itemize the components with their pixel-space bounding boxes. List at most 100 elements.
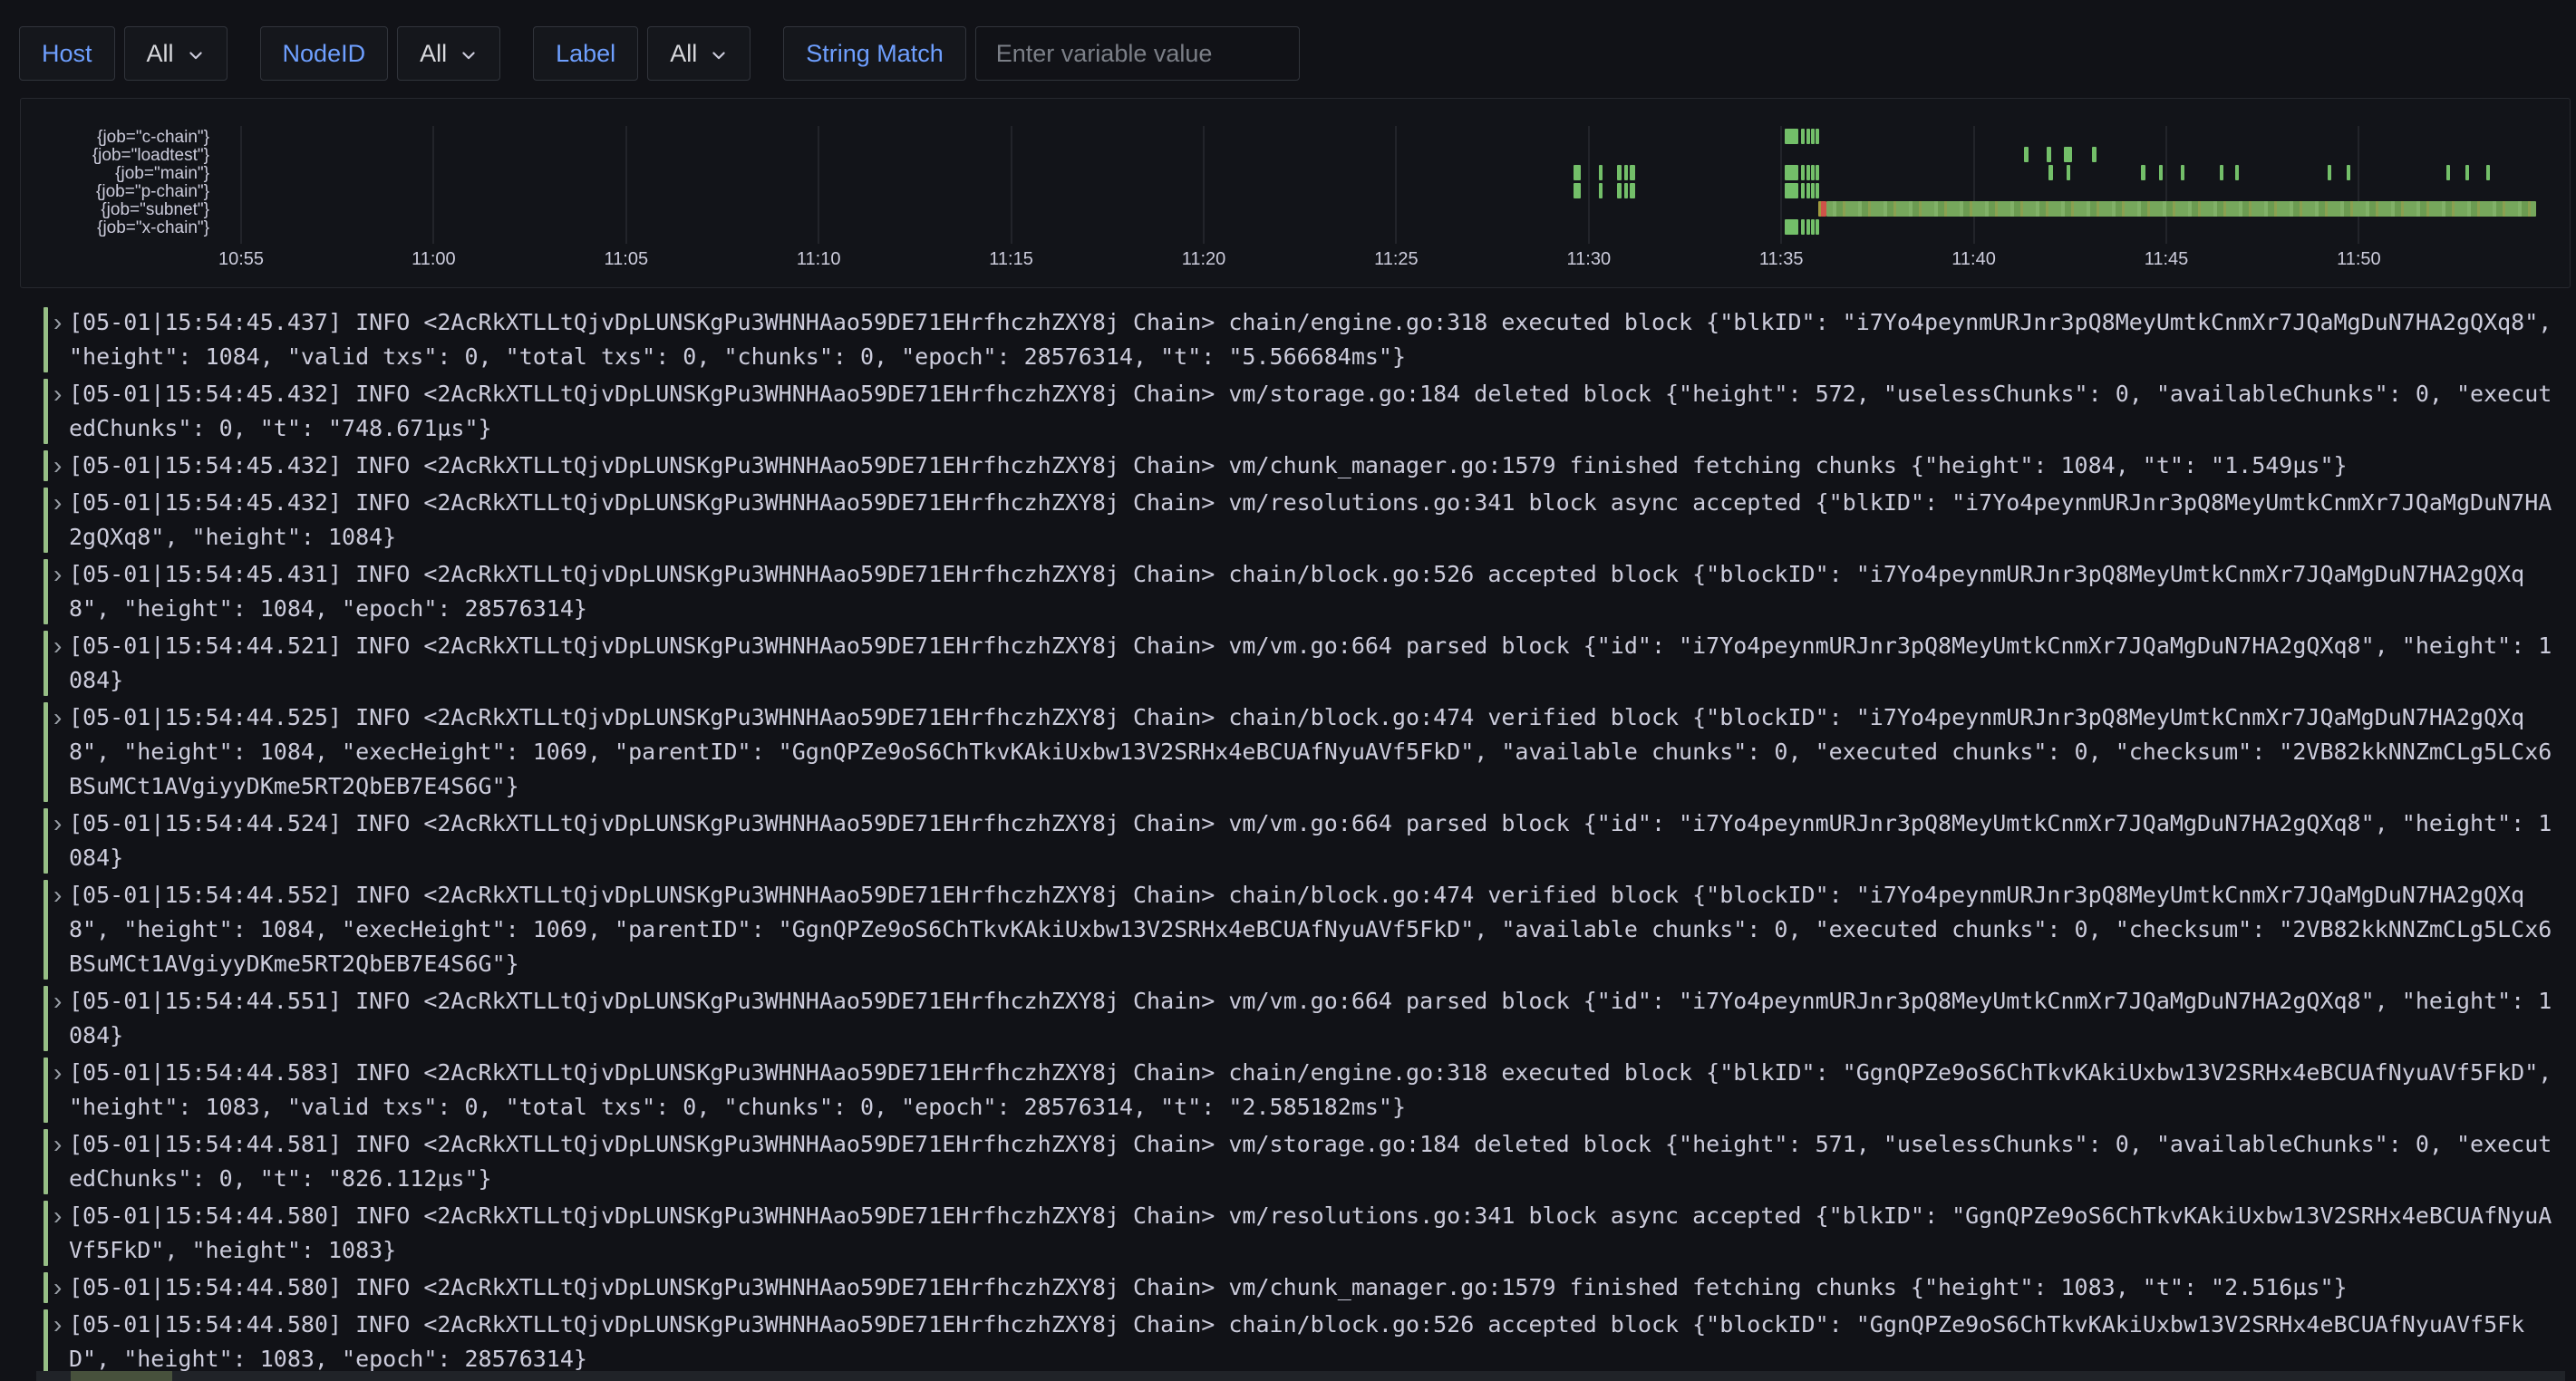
expand-row-icon[interactable]: ›	[53, 557, 69, 626]
timeline-segment	[1826, 201, 2535, 217]
expand-row-icon[interactable]: ›	[53, 700, 69, 804]
timeline-segment	[1816, 129, 1819, 144]
expand-row-icon[interactable]: ›	[53, 806, 69, 875]
expand-row-icon[interactable]: ›	[53, 1308, 69, 1376]
timeline-segment	[1801, 165, 1805, 180]
timeline-segment	[1811, 219, 1815, 235]
x-axis-tick-label: 11:30	[1535, 249, 1643, 270]
timeline-segment	[2067, 165, 2070, 180]
log-level-bar	[44, 1272, 48, 1303]
gridline	[1588, 126, 1590, 244]
log-rows-list: ›[05-01|15:54:45.437] INFO <2AcRkXTLLtQj…	[44, 305, 2563, 1379]
log-line-text: [05-01|15:54:45.432] INFO <2AcRkXTLLtQjv…	[69, 377, 2563, 446]
timeline-segment	[1801, 219, 1805, 235]
x-axis-tick-label: 11:35	[1727, 249, 1835, 270]
log-line-text: [05-01|15:54:44.552] INFO <2AcRkXTLLtQjv…	[69, 878, 2563, 981]
expand-row-icon[interactable]: ›	[53, 878, 69, 981]
log-line-text: [05-01|15:54:44.551] INFO <2AcRkXTLLtQjv…	[69, 984, 2563, 1053]
timeline-segment	[1630, 165, 1635, 180]
gridline	[625, 126, 627, 244]
variable-value-dropdown-label[interactable]: All	[647, 26, 751, 81]
variable-selected-value: All	[420, 40, 447, 68]
log-level-bar	[44, 631, 48, 696]
expand-row-icon[interactable]: ›	[53, 486, 69, 555]
timeline-segment	[1785, 183, 1798, 198]
timeline-segment	[1811, 183, 1815, 198]
timeline-segment	[1574, 165, 1581, 180]
log-row[interactable]: ›[05-01|15:54:44.525] INFO <2AcRkXTLLtQj…	[44, 700, 2563, 804]
log-level-bar	[44, 702, 48, 802]
expand-row-icon[interactable]: ›	[53, 449, 69, 483]
variable-label-nodeid[interactable]: NodeID	[260, 26, 389, 81]
variable-group-host: Host All	[19, 26, 228, 81]
expand-row-icon[interactable]: ›	[53, 305, 69, 374]
timeline-segment	[1806, 165, 1810, 180]
expand-row-icon[interactable]: ›	[53, 1199, 69, 1268]
string-match-group: String Match	[783, 26, 1300, 81]
variable-label-text: NodeID	[283, 40, 366, 68]
log-row[interactable]: ›[05-01|15:54:44.580] INFO <2AcRkXTLLtQj…	[44, 1270, 2563, 1305]
log-level-bar	[44, 559, 48, 624]
gridline	[818, 126, 819, 244]
timeline-segment	[2347, 165, 2350, 180]
x-axis-tick-label: 10:55	[187, 249, 295, 270]
expand-row-icon[interactable]: ›	[53, 1270, 69, 1305]
log-row[interactable]: ›[05-01|15:54:44.552] INFO <2AcRkXTLLtQj…	[44, 878, 2563, 981]
log-line-text: [05-01|15:54:44.581] INFO <2AcRkXTLLtQjv…	[69, 1127, 2563, 1196]
log-row[interactable]: ›[05-01|15:54:44.580] INFO <2AcRkXTLLtQj…	[44, 1308, 2563, 1376]
expand-row-icon[interactable]: ›	[53, 629, 69, 698]
expand-row-icon[interactable]: ›	[53, 1127, 69, 1196]
timeline-segment	[1617, 165, 1622, 180]
variable-label-label[interactable]: Label	[533, 26, 638, 81]
timeline-segment	[2024, 147, 2029, 162]
log-row[interactable]: ›[05-01|15:54:44.524] INFO <2AcRkXTLLtQj…	[44, 806, 2563, 875]
x-axis-tick-label: 11:25	[1341, 249, 1450, 270]
log-row[interactable]: ›[05-01|15:54:44.580] INFO <2AcRkXTLLtQj…	[44, 1199, 2563, 1268]
x-axis-tick-label: 11:50	[2304, 249, 2413, 270]
log-level-bar	[44, 1057, 48, 1123]
timeline-segment	[2486, 165, 2490, 180]
timeline-segment	[2446, 165, 2450, 180]
x-axis-tick-label: 11:15	[957, 249, 1066, 270]
log-row[interactable]: ›[05-01|15:54:45.432] INFO <2AcRkXTLLtQj…	[44, 449, 2563, 483]
timeline-plot-area[interactable]: 10:5511:0011:0511:1011:1511:2011:2511:30…	[21, 99, 2570, 287]
log-line-text: [05-01|15:54:45.432] INFO <2AcRkXTLLtQjv…	[69, 486, 2563, 555]
expand-row-icon[interactable]: ›	[53, 984, 69, 1053]
log-line-text: [05-01|15:54:45.437] INFO <2AcRkXTLLtQjv…	[69, 305, 2563, 374]
timeline-segment	[1806, 219, 1810, 235]
log-level-bar	[44, 986, 48, 1051]
timeline-segment	[1801, 129, 1805, 144]
log-row[interactable]: ›[05-01|15:54:44.551] INFO <2AcRkXTLLtQj…	[44, 984, 2563, 1053]
expand-row-icon[interactable]: ›	[53, 1056, 69, 1125]
variable-selected-value: All	[147, 40, 174, 68]
log-row[interactable]: ›[05-01|15:54:44.581] INFO <2AcRkXTLLtQj…	[44, 1127, 2563, 1196]
x-axis-tick-label: 11:05	[572, 249, 681, 270]
x-axis-tick-label: 11:40	[1920, 249, 2029, 270]
string-match-label-box[interactable]: String Match	[783, 26, 966, 81]
timeline-segment	[1599, 183, 1603, 198]
log-row[interactable]: ›[05-01|15:54:45.437] INFO <2AcRkXTLLtQj…	[44, 305, 2563, 374]
timeline-segment	[2465, 165, 2469, 180]
gridline	[240, 126, 242, 244]
log-line-text: [05-01|15:54:45.432] INFO <2AcRkXTLLtQjv…	[69, 449, 2563, 483]
gridline	[1395, 126, 1397, 244]
variable-value-dropdown-host[interactable]: All	[124, 26, 228, 81]
variable-value-input[interactable]	[975, 26, 1300, 81]
variables-toolbar: HostAllNodeIDAllLabelAll String Match	[19, 26, 1300, 81]
timeline-segment	[1624, 183, 1628, 198]
timeline-segment	[1816, 165, 1819, 180]
log-row[interactable]: ›[05-01|15:54:45.432] INFO <2AcRkXTLLtQj…	[44, 377, 2563, 446]
log-row[interactable]: ›[05-01|15:54:44.521] INFO <2AcRkXTLLtQj…	[44, 629, 2563, 698]
timeline-segment	[1599, 165, 1603, 180]
log-line-text: [05-01|15:54:44.524] INFO <2AcRkXTLLtQjv…	[69, 806, 2563, 875]
log-level-bar	[44, 808, 48, 874]
variable-value-dropdown-nodeid[interactable]: All	[397, 26, 500, 81]
gridline	[1011, 126, 1012, 244]
log-row[interactable]: ›[05-01|15:54:45.431] INFO <2AcRkXTLLtQj…	[44, 557, 2563, 626]
timeline-segment	[1811, 165, 1815, 180]
variable-label-host[interactable]: Host	[19, 26, 115, 81]
log-row[interactable]: ›[05-01|15:54:44.583] INFO <2AcRkXTLLtQj…	[44, 1056, 2563, 1125]
log-row[interactable]: ›[05-01|15:54:45.432] INFO <2AcRkXTLLtQj…	[44, 486, 2563, 555]
timeline-segment	[1630, 183, 1635, 198]
expand-row-icon[interactable]: ›	[53, 377, 69, 446]
